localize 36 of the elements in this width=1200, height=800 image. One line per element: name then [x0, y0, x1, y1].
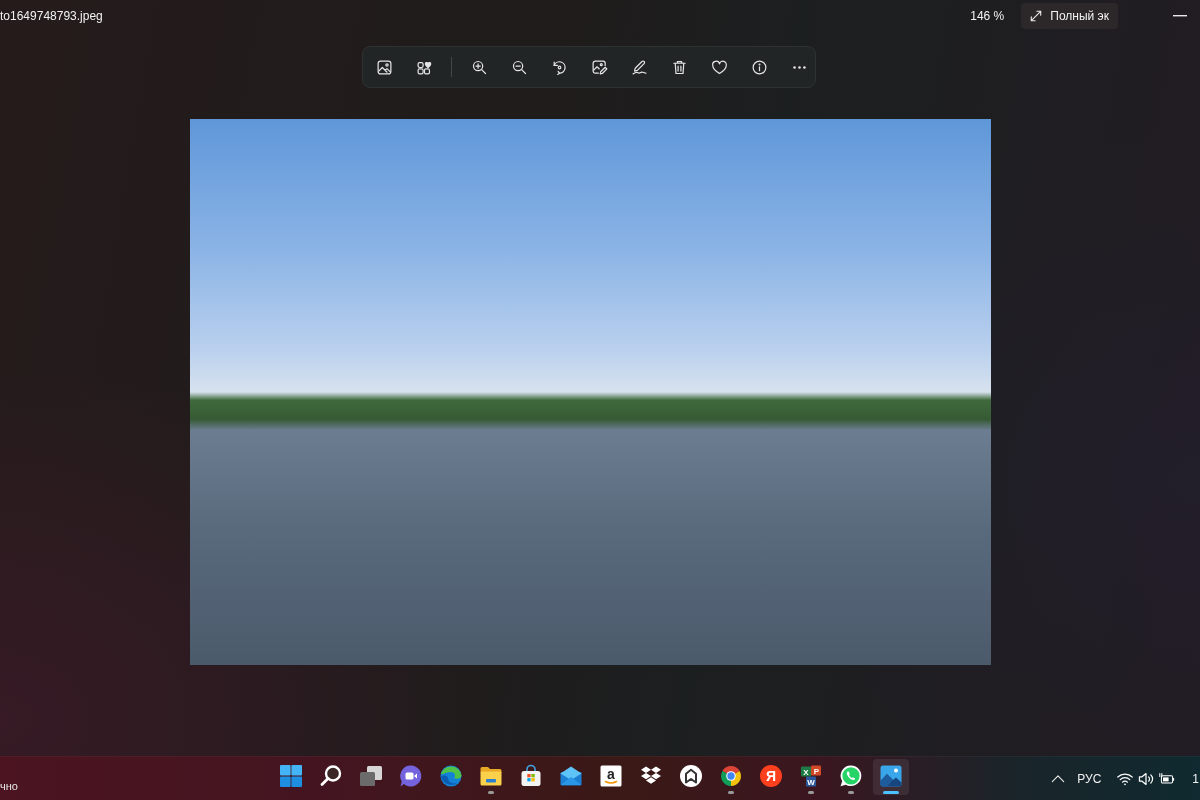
volume-icon[interactable]	[1138, 771, 1155, 786]
phone-bubble-icon	[839, 763, 863, 788]
taskbar-button[interactable]: Я	[753, 759, 789, 795]
chevron-up-icon[interactable]	[1051, 774, 1066, 783]
trash-icon[interactable]	[670, 58, 688, 76]
video-chat-icon	[399, 763, 423, 788]
search-icon	[319, 763, 343, 788]
taskbar-button[interactable]	[873, 759, 909, 795]
zoom-out-icon[interactable]	[510, 58, 528, 76]
picture-icon[interactable]	[375, 58, 393, 76]
taskbar-button[interactable]: X P W	[793, 759, 829, 795]
landscape-icon	[879, 763, 903, 788]
browser-swirl-icon	[439, 763, 463, 788]
house-icon	[679, 763, 703, 788]
zoom-level: 146 %	[970, 9, 1005, 23]
browser-ring-icon	[719, 763, 743, 788]
zoom-in-icon[interactable]	[470, 58, 488, 76]
heart-icon[interactable]	[710, 58, 728, 76]
language-indicator[interactable]: РУС	[1077, 771, 1102, 786]
pen-icon[interactable]	[630, 58, 648, 76]
taskbar-label: чно	[0, 778, 18, 792]
minimize-icon[interactable]	[1173, 15, 1187, 17]
shopping-bag-icon	[519, 763, 543, 788]
overlapping-windows-icon	[359, 763, 383, 788]
info-icon[interactable]	[750, 58, 768, 76]
letter-tile-icon: a	[599, 763, 623, 788]
letter-circle-icon: Я	[759, 763, 783, 788]
taskbar-button[interactable]: a	[593, 759, 629, 795]
file-name: to1649748793.jpeg	[0, 9, 103, 23]
picture-pencil-icon[interactable]	[590, 58, 608, 76]
expand-icon	[1030, 10, 1043, 22]
start-icon	[279, 763, 303, 788]
wifi-icon[interactable]	[1117, 771, 1134, 786]
clock-text: 1	[1192, 771, 1199, 786]
fullscreen-button[interactable]: Полный эк	[1021, 3, 1118, 29]
battery-charging-icon[interactable]	[1159, 771, 1176, 786]
